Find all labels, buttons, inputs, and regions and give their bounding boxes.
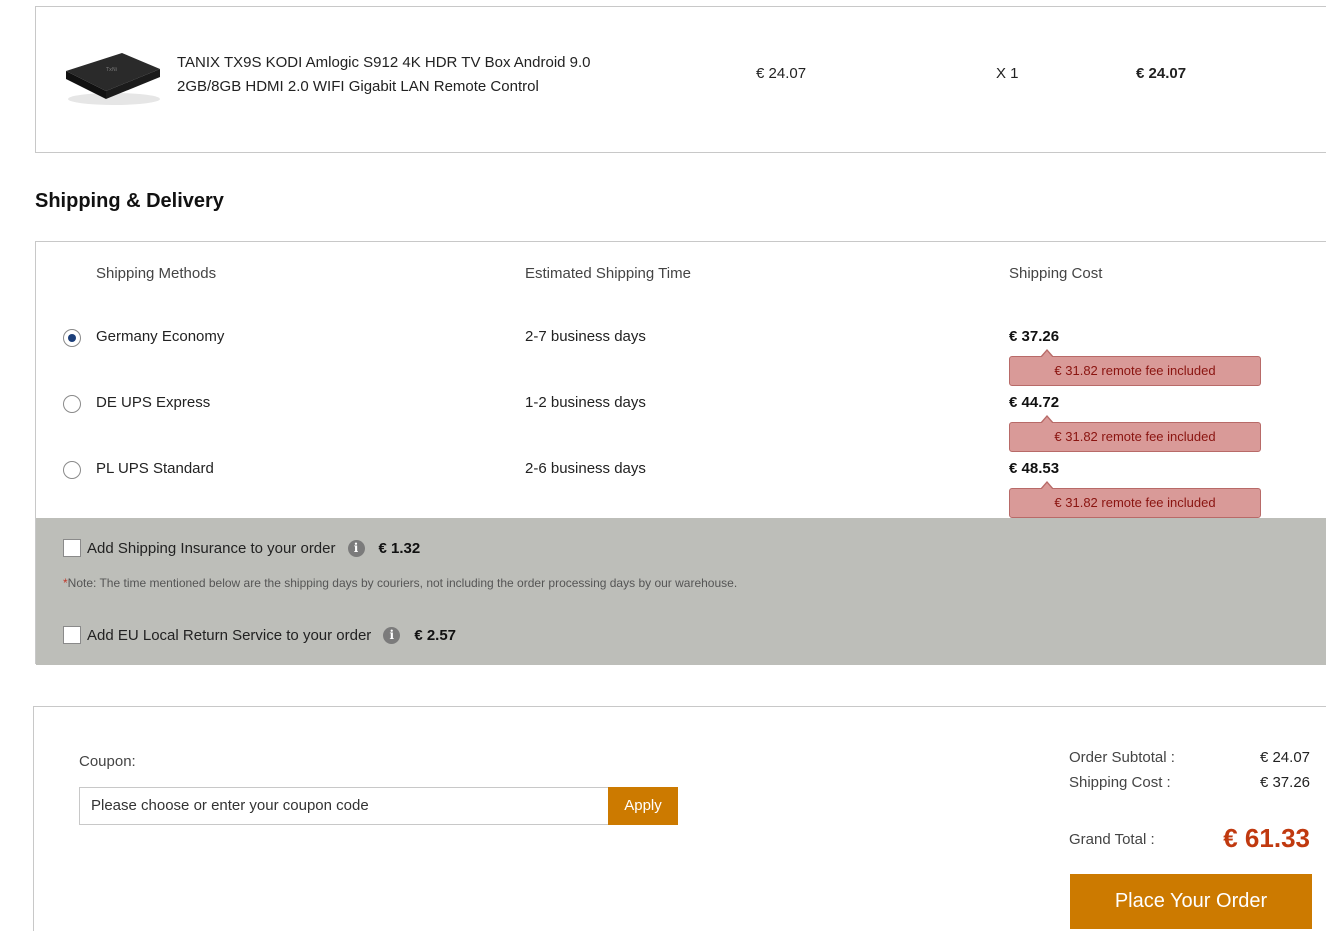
column-header-method: Shipping Methods bbox=[96, 265, 217, 282]
shipping-method-name: DE UPS Express bbox=[96, 394, 211, 411]
note-text: Note: The time mentioned below are the s… bbox=[67, 576, 738, 590]
product-unit-price: € 24.07 bbox=[756, 65, 807, 82]
insurance-checkbox[interactable] bbox=[63, 539, 81, 557]
remote-fee-tooltip: € 31.82 remote fee included bbox=[1009, 481, 1261, 518]
info-icon[interactable]: i bbox=[383, 626, 401, 644]
product-name[interactable]: TANIX TX9S KODI Amlogic S912 4K HDR TV B… bbox=[177, 51, 647, 99]
shipping-cost-label: Shipping Cost : bbox=[1069, 774, 1171, 791]
return-service-price: € 2.57 bbox=[414, 626, 457, 644]
shipping-cost-value: € 37.26 bbox=[1259, 774, 1310, 791]
shipping-method-time: 2-7 business days bbox=[525, 328, 646, 345]
shipping-methods-panel: Shipping Methods Estimated Shipping Time… bbox=[35, 241, 1326, 665]
shipping-method-cost: € 48.53 bbox=[1009, 460, 1060, 477]
apply-coupon-button[interactable]: Apply bbox=[608, 787, 678, 825]
shipping-method-name: Germany Economy bbox=[96, 328, 225, 345]
remote-fee-tooltip: € 31.82 remote fee included bbox=[1009, 349, 1261, 386]
coupon-input[interactable]: Please choose or enter your coupon code bbox=[79, 787, 609, 825]
shipping-option-de-ups-express[interactable]: DE UPS Express 1-2 business days € 44.72… bbox=[36, 388, 1326, 452]
shipping-radio-germany-economy[interactable] bbox=[63, 329, 81, 347]
return-service-option[interactable]: Add EU Local Return Service to your orde… bbox=[63, 624, 456, 646]
shipping-section-title: Shipping & Delivery bbox=[35, 190, 224, 212]
remote-fee-tooltip: € 31.82 remote fee included bbox=[1009, 415, 1261, 452]
shipping-radio-de-ups-express[interactable] bbox=[63, 395, 81, 413]
shipping-method-name: PL UPS Standard bbox=[96, 460, 214, 477]
product-line-total: € 24.07 bbox=[1136, 65, 1187, 82]
shipping-option-pl-ups-standard[interactable]: PL UPS Standard 2-6 business days € 48.5… bbox=[36, 454, 1326, 518]
column-header-time: Estimated Shipping Time bbox=[525, 265, 691, 282]
shipping-method-cost: € 37.26 bbox=[1009, 328, 1060, 345]
product-image[interactable]: TxNi bbox=[62, 47, 162, 107]
return-service-label[interactable]: Add EU Local Return Service to your orde… bbox=[87, 627, 371, 644]
cart-product-row: TxNi TANIX TX9S KODI Amlogic S912 4K HDR… bbox=[35, 6, 1326, 153]
shipping-option-germany-economy[interactable]: Germany Economy 2-7 business days € 37.2… bbox=[36, 322, 1326, 386]
insurance-price: € 1.32 bbox=[378, 539, 421, 557]
subtotal-value: € 24.07 bbox=[1259, 749, 1310, 766]
shipping-radio-pl-ups-standard[interactable] bbox=[63, 461, 81, 479]
product-logo: TxNi bbox=[105, 67, 117, 73]
return-service-checkbox[interactable] bbox=[63, 626, 81, 644]
coupon-label: Coupon: bbox=[79, 753, 136, 770]
shipping-extras-panel: Add Shipping Insurance to your order i €… bbox=[36, 518, 1326, 665]
grand-total-label: Grand Total : bbox=[1069, 831, 1155, 848]
product-quantity: X 1 bbox=[996, 65, 1019, 82]
shipping-time-note: *Note: The time mentioned below are the … bbox=[63, 576, 737, 590]
subtotal-label: Order Subtotal : bbox=[1069, 749, 1175, 766]
shipping-method-cost: € 44.72 bbox=[1009, 394, 1060, 411]
place-order-button[interactable]: Place Your Order bbox=[1070, 874, 1312, 929]
order-summary-panel: Coupon: Please choose or enter your coup… bbox=[33, 706, 1326, 931]
shipping-method-time: 2-6 business days bbox=[525, 460, 646, 477]
grand-total-value: € 61.33 bbox=[1223, 823, 1310, 853]
insurance-option[interactable]: Add Shipping Insurance to your order i €… bbox=[63, 537, 420, 559]
info-icon[interactable]: i bbox=[347, 539, 365, 557]
column-header-cost: Shipping Cost bbox=[1009, 265, 1103, 282]
shipping-method-time: 1-2 business days bbox=[525, 394, 646, 411]
insurance-label[interactable]: Add Shipping Insurance to your order bbox=[87, 540, 336, 557]
